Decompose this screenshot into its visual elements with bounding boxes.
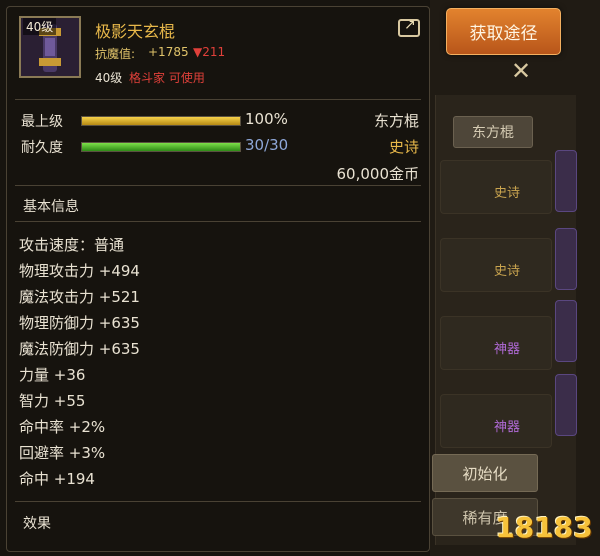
required-level: 40级 <box>95 71 123 85</box>
resist-diff: ▼211 <box>193 45 226 59</box>
attribute-line: 力量 +36 <box>19 366 86 384</box>
site-watermark-logo: 18183 <box>495 510 593 544</box>
divider <box>15 221 421 222</box>
share-icon[interactable] <box>398 17 420 37</box>
item-icon: 40级 <box>19 16 81 78</box>
item-thumbnail[interactable] <box>555 300 577 362</box>
resist-label: 抗魔值: <box>95 47 136 61</box>
item-thumbnail[interactable] <box>555 374 577 436</box>
durability-label: 耐久度 <box>21 140 63 156</box>
list-item-rarity: 神器 <box>494 420 521 435</box>
attribute-line: 攻击速度：普通 <box>19 236 125 254</box>
required-class: 格斗家 可使用 <box>129 71 205 85</box>
divider <box>15 185 421 186</box>
item-name: 极影天玄棍 <box>95 22 176 41</box>
durability-bar-fill <box>82 143 240 151</box>
category-tab[interactable]: 东方棍 <box>453 116 533 148</box>
close-icon[interactable]: ✕ <box>508 58 534 84</box>
get-source-button[interactable]: 获取途径 <box>446 8 561 55</box>
grade-bar <box>81 116 241 126</box>
divider <box>15 501 421 502</box>
effects-title: 效果 <box>23 516 51 532</box>
basic-info-title: 基本信息 <box>23 199 79 215</box>
durability-value: 30/30 <box>245 136 289 154</box>
attribute-line: 命中率 +2% <box>19 418 106 436</box>
item-thumbnail[interactable] <box>555 150 577 212</box>
weapon-type: 东方棍 <box>373 112 419 130</box>
attribute-line: 命中 +194 <box>19 470 95 488</box>
attribute-line: 物理攻击力 +494 <box>19 262 140 280</box>
attribute-line: 物理防御力 +635 <box>19 314 140 332</box>
item-tooltip: 40级 极影天玄棍 抗魔值: +1785 ▼211 40级 格斗家 可使用 最上… <box>6 6 430 552</box>
attribute-line: 魔法防御力 +635 <box>19 340 140 358</box>
price-label: 60,000金币 <box>336 165 420 183</box>
list-item-rarity: 史诗 <box>494 186 521 201</box>
attribute-line: 智力 +55 <box>19 392 86 410</box>
grade-label: 最上级 <box>21 114 63 130</box>
attribute-line: 魔法攻击力 +521 <box>19 288 140 306</box>
rarity-label: 史诗 <box>388 138 419 156</box>
grade-value: 100% <box>245 110 288 128</box>
divider <box>15 99 421 100</box>
item-thumbnail[interactable] <box>555 228 577 290</box>
durability-bar <box>81 142 241 152</box>
resist-value: +1785 <box>148 45 189 59</box>
initialize-button[interactable]: 初始化 <box>432 454 538 492</box>
attribute-line: 回避率 +3% <box>19 444 106 462</box>
item-level-badge: 40级 <box>23 18 57 35</box>
list-item-rarity: 史诗 <box>494 264 521 279</box>
grade-bar-fill <box>82 117 240 125</box>
list-item-rarity: 神器 <box>494 342 521 357</box>
